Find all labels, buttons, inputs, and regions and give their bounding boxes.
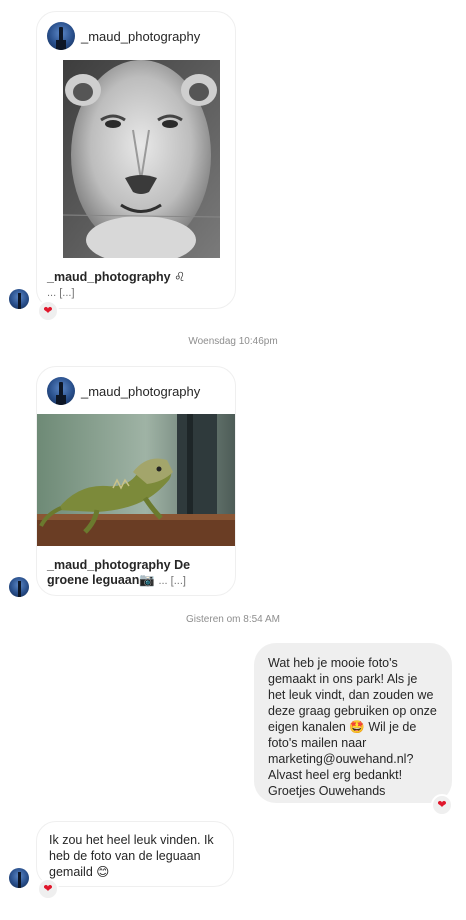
shared-post-card[interactable]: _maud_photography _maud_photography De g… bbox=[36, 366, 236, 596]
post-caption: _maud_photography ♌ ... [...] bbox=[47, 270, 225, 301]
incoming-message-text: Ik zou het heel leuk vinden. Ik heb de f… bbox=[49, 833, 214, 879]
outgoing-message-text: Wat heb je mooie foto's gemaakt in ons p… bbox=[268, 656, 437, 798]
timestamp: Woensdag 10:46pm bbox=[188, 336, 278, 347]
avatar[interactable] bbox=[47, 377, 75, 405]
caption-more[interactable]: ... [...] bbox=[158, 575, 186, 587]
post-username[interactable]: _maud_photography bbox=[81, 384, 200, 399]
timestamp: Gisteren om 8:54 AM bbox=[186, 614, 280, 625]
heart-reaction-icon[interactable]: ❤ bbox=[37, 878, 59, 900]
sender-avatar[interactable] bbox=[9, 289, 29, 309]
post-header: _maud_photography bbox=[37, 12, 235, 60]
sender-avatar[interactable] bbox=[9, 577, 29, 597]
caption-username[interactable]: _maud_photography bbox=[47, 270, 171, 284]
lioness-image bbox=[63, 60, 220, 258]
caption-username[interactable]: _maud_photography bbox=[47, 558, 171, 572]
avatar[interactable] bbox=[47, 22, 75, 50]
caption-more[interactable]: ... [...] bbox=[47, 287, 75, 299]
post-header: _maud_photography bbox=[37, 367, 235, 415]
shared-post-card[interactable]: _maud_photography _maud_photography ♌ ..… bbox=[36, 11, 236, 309]
outgoing-message-bubble[interactable]: Wat heb je mooie foto's gemaakt in ons p… bbox=[254, 643, 452, 803]
post-image[interactable] bbox=[63, 60, 220, 258]
caption-text: ♌ bbox=[170, 270, 186, 284]
post-image[interactable] bbox=[37, 414, 235, 546]
sender-avatar[interactable] bbox=[9, 868, 29, 888]
iguana-image bbox=[37, 414, 235, 546]
post-username[interactable]: _maud_photography bbox=[81, 29, 200, 44]
heart-reaction-icon[interactable]: ❤ bbox=[431, 794, 453, 816]
incoming-message-bubble[interactable]: Ik zou het heel leuk vinden. Ik heb de f… bbox=[36, 821, 234, 887]
post-caption: _maud_photography De groene leguaan📷 ...… bbox=[47, 558, 225, 589]
heart-reaction-icon[interactable]: ❤ bbox=[37, 300, 59, 322]
